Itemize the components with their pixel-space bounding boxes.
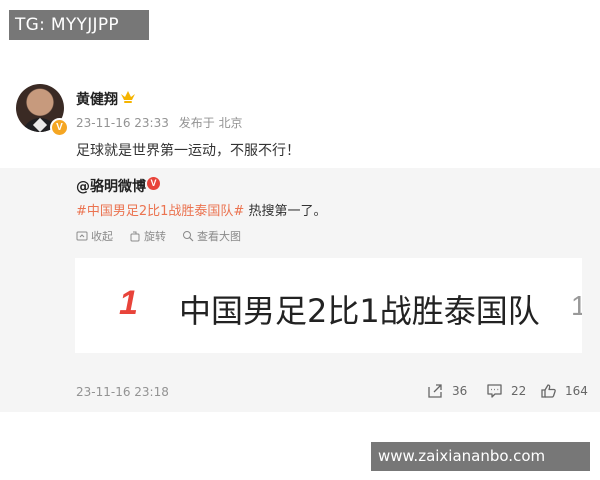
next-rank-number: 1	[571, 290, 582, 321]
post-text: 足球就是世界第一运动，不服不行！	[76, 143, 300, 159]
post-source: 发布于 北京	[178, 116, 243, 130]
like-count: 164	[565, 384, 588, 398]
post-time[interactable]: 23-11-16 23:33	[76, 116, 169, 130]
hot-search-image[interactable]: 1 中国男足2比1战胜泰国队 1	[75, 258, 582, 353]
repost-author[interactable]: @骆明微博	[76, 176, 146, 196]
collapse-button[interactable]: 收起	[76, 228, 113, 244]
watermark-site: www.zaixiananbo.com	[371, 442, 590, 471]
collapse-icon	[76, 231, 88, 241]
post-meta: 23-11-16 23:33 发布于 北京	[76, 114, 243, 131]
crown-icon	[121, 91, 135, 103]
rotate-button[interactable]: 旋转	[129, 228, 166, 244]
hot-search-title: 中国男足2比1战胜泰国队	[179, 292, 540, 330]
rotate-icon	[130, 231, 140, 242]
comment-count-button[interactable]: 22	[486, 383, 526, 399]
repost-text: #中国男足2比1战胜泰国队# 热搜第一了。	[76, 200, 326, 219]
repost-time[interactable]: 23-11-16 23:18	[76, 385, 169, 399]
rank-number: 1	[119, 284, 138, 322]
watermark-tg: TG: MYYJJPP	[9, 10, 149, 40]
rotate-label: 旋转	[144, 230, 166, 243]
view-large-label: 查看大图	[197, 230, 241, 243]
like-count-button[interactable]: 164	[540, 383, 588, 399]
view-large-button[interactable]: 查看大图	[182, 228, 241, 244]
repost-actions: 收起 旋转 查看大图	[76, 228, 241, 244]
comment-icon	[487, 384, 502, 398]
repost-count: 36	[452, 384, 468, 398]
zoom-icon	[183, 231, 194, 242]
comment-count: 22	[511, 384, 527, 398]
verified-badge: V	[50, 118, 69, 137]
collapse-label: 收起	[91, 230, 113, 243]
repost-count-button[interactable]: 36	[427, 383, 467, 399]
author-name[interactable]: 黄健翔	[76, 89, 118, 109]
repost-verified-badge: V	[147, 177, 160, 190]
repost-text-rest: 热搜第一了。	[244, 204, 327, 219]
hashtag-link[interactable]: #中国男足2比1战胜泰国队#	[76, 204, 244, 219]
share-icon	[428, 384, 442, 398]
thumbs-up-icon	[541, 384, 556, 398]
